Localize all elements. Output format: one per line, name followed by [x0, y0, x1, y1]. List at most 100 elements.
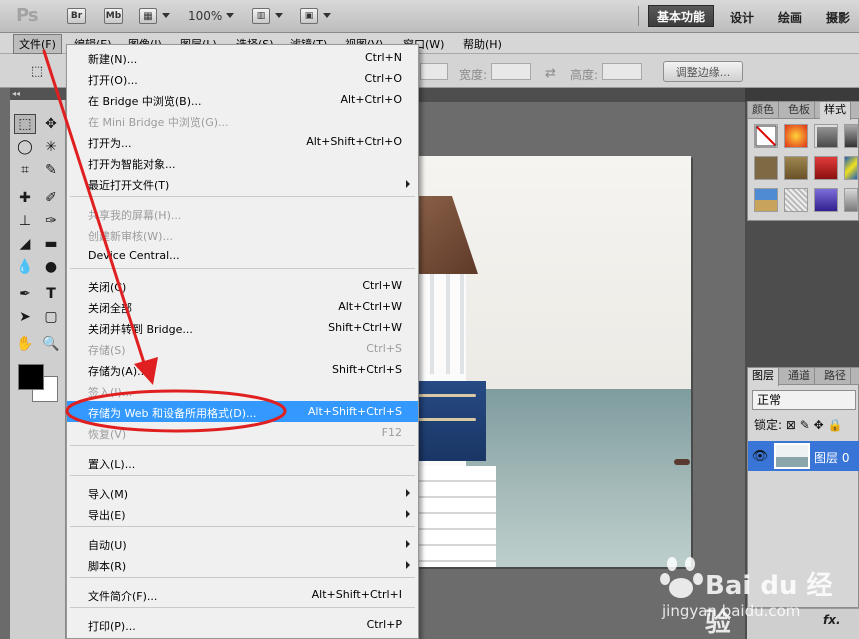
rope	[418, 418, 476, 421]
lock-position-icon[interactable]: ✥	[814, 418, 824, 432]
type-tool-icon[interactable]: T	[40, 284, 62, 304]
menu-item-new[interactable]: 新建(N)... Ctrl+N	[67, 47, 418, 68]
mini-bridge-button[interactable]: Mb	[104, 8, 123, 24]
menu-item-shortcut: Ctrl+P	[366, 618, 402, 631]
workspace-painting[interactable]: 绘画	[778, 9, 802, 26]
image-canvas[interactable]	[416, 156, 691, 567]
eraser-tool-icon[interactable]: ◢	[14, 234, 36, 254]
chevron-down-icon[interactable]	[162, 13, 170, 18]
workspace-essentials-button[interactable]: 基本功能	[648, 5, 714, 27]
tower-post	[430, 274, 434, 374]
style-swatch[interactable]	[754, 188, 778, 212]
menu-item-open[interactable]: 打开(O)... Ctrl+O	[67, 68, 418, 89]
view-extras-button[interactable]: ▦	[139, 8, 157, 24]
refine-edge-button[interactable]: 调整边缘...	[663, 61, 743, 82]
menu-file[interactable]: 文件(F)	[13, 34, 62, 54]
lasso-tool-icon[interactable]: ◯	[14, 137, 36, 157]
menu-item-browse-bridge[interactable]: 在 Bridge 中浏览(B)... Alt+Ctrl+O	[67, 89, 418, 110]
lock-all-icon[interactable]: 🔒	[828, 418, 843, 432]
style-swatch[interactable]	[814, 156, 838, 180]
path-selection-tool-icon[interactable]: ➤	[14, 307, 36, 327]
shape-tool-icon[interactable]: ▢	[40, 307, 62, 327]
menu-item-save-as[interactable]: 存储为(A)... Shift+Ctrl+S	[67, 359, 418, 380]
arrange-documents-button[interactable]: ▥	[252, 8, 270, 24]
menu-item-open-smart-object[interactable]: 打开为智能对象...	[67, 152, 418, 173]
style-swatch[interactable]	[814, 124, 838, 148]
style-swatch[interactable]	[844, 124, 858, 148]
height-field[interactable]	[602, 63, 642, 80]
style-swatch[interactable]	[844, 188, 858, 212]
menu-item-import[interactable]: 导入(M)	[67, 482, 418, 503]
tab-color[interactable]: 颜色	[748, 102, 779, 119]
tab-paths[interactable]: 路径	[820, 368, 851, 385]
visibility-eye-icon[interactable]: 👁	[752, 446, 769, 466]
workspace-photography[interactable]: 摄影	[826, 9, 850, 26]
menu-item-label: 打开(O)...	[88, 74, 138, 87]
healing-brush-tool-icon[interactable]: ✚	[14, 188, 36, 208]
screen-mode-button[interactable]: ▣	[300, 8, 318, 24]
style-select[interactable]	[420, 63, 448, 80]
history-brush-tool-icon[interactable]: ✑	[40, 211, 62, 231]
menu-help[interactable]: 帮助(H)	[463, 36, 502, 52]
tab-styles[interactable]: 样式	[820, 102, 851, 120]
menu-item-label: 创建新审核(W)...	[88, 230, 173, 243]
lock-paint-icon[interactable]: ✎	[800, 418, 810, 432]
zoom-tool-icon[interactable]: 🔍	[40, 334, 62, 354]
lock-label: 锁定:	[754, 418, 783, 432]
collapse-icon[interactable]: ◂◂	[10, 88, 66, 100]
workspace-design[interactable]: 设计	[730, 9, 754, 26]
width-field[interactable]	[491, 63, 531, 80]
foreground-color-swatch[interactable]	[18, 364, 44, 390]
style-swatch[interactable]	[784, 156, 808, 180]
style-swatch[interactable]	[784, 124, 808, 148]
style-swatch[interactable]	[754, 156, 778, 180]
tab-swatches[interactable]: 色板	[784, 102, 815, 119]
swap-icon[interactable]: ⇄	[545, 66, 556, 81]
menu-item-scripts[interactable]: 脚本(R)	[67, 554, 418, 575]
move-tool-icon[interactable]: ✥	[40, 114, 62, 134]
menu-item-recent-files[interactable]: 最近打开文件(T)	[67, 173, 418, 194]
menu-separator	[70, 196, 415, 197]
menu-item-share-screen: 共享我的屏幕(H)...	[67, 203, 418, 224]
gradient-tool-icon[interactable]: ▬	[40, 234, 62, 254]
crop-tool-icon[interactable]: ⌗	[14, 160, 36, 180]
blend-mode-select[interactable]: 正常	[752, 390, 856, 410]
eyedropper-tool-icon[interactable]: ✎	[40, 160, 62, 180]
menu-item-print[interactable]: 打印(P)... Ctrl+P	[67, 614, 418, 635]
dock-collapse-bar[interactable]	[745, 88, 859, 102]
style-swatch[interactable]	[814, 188, 838, 212]
hand-tool-icon[interactable]: ✋	[14, 334, 36, 354]
menu-item-automate[interactable]: 自动(U)	[67, 533, 418, 554]
tab-layers[interactable]: 图层	[748, 368, 779, 386]
zoom-level[interactable]: 100%	[188, 9, 222, 23]
style-swatch[interactable]	[784, 188, 808, 212]
clone-stamp-tool-icon[interactable]: ⊥	[14, 211, 36, 231]
style-none-swatch[interactable]	[754, 124, 778, 148]
marquee-preset-icon[interactable]: ⬚	[26, 61, 48, 81]
chevron-down-icon[interactable]	[323, 13, 331, 18]
blur-tool-icon[interactable]: 💧	[14, 257, 36, 277]
chevron-down-icon[interactable]	[226, 13, 234, 18]
menu-item-open-as[interactable]: 打开为... Alt+Shift+Ctrl+O	[67, 131, 418, 152]
chevron-down-icon[interactable]	[275, 13, 283, 18]
menu-item-save-for-web[interactable]: 存储为 Web 和设备所用格式(D)... Alt+Shift+Ctrl+S	[67, 401, 418, 422]
rectangular-marquee-tool-icon[interactable]: ⬚	[14, 114, 36, 134]
menu-item-label: 共享我的屏幕(H)...	[88, 209, 182, 222]
layer-name[interactable]: 图层 0	[814, 449, 849, 466]
magic-wand-tool-icon[interactable]: ✳	[40, 137, 62, 157]
menu-item-file-info[interactable]: 文件简介(F)... Alt+Shift+Ctrl+I	[67, 584, 418, 605]
menu-item-export[interactable]: 导出(E)	[67, 503, 418, 524]
dodge-tool-icon[interactable]: ●	[40, 257, 62, 277]
tab-channels[interactable]: 通道	[784, 368, 815, 385]
menu-item-place[interactable]: 置入(L)...	[67, 452, 418, 473]
menu-item-close-go-bridge[interactable]: 关闭并转到 Bridge... Shift+Ctrl+W	[67, 317, 418, 338]
pen-tool-icon[interactable]: ✒	[14, 284, 36, 304]
submenu-arrow-icon	[406, 180, 410, 188]
menu-item-close[interactable]: 关闭(C) Ctrl+W	[67, 275, 418, 296]
style-swatch[interactable]	[844, 156, 858, 180]
menu-item-device-central[interactable]: Device Central...	[67, 245, 418, 266]
brush-tool-icon[interactable]: ✐	[40, 188, 62, 208]
bridge-button[interactable]: Br	[67, 8, 86, 24]
lock-transparent-icon[interactable]: ⊠	[786, 418, 796, 432]
menu-item-close-all[interactable]: 关闭全部 Alt+Ctrl+W	[67, 296, 418, 317]
